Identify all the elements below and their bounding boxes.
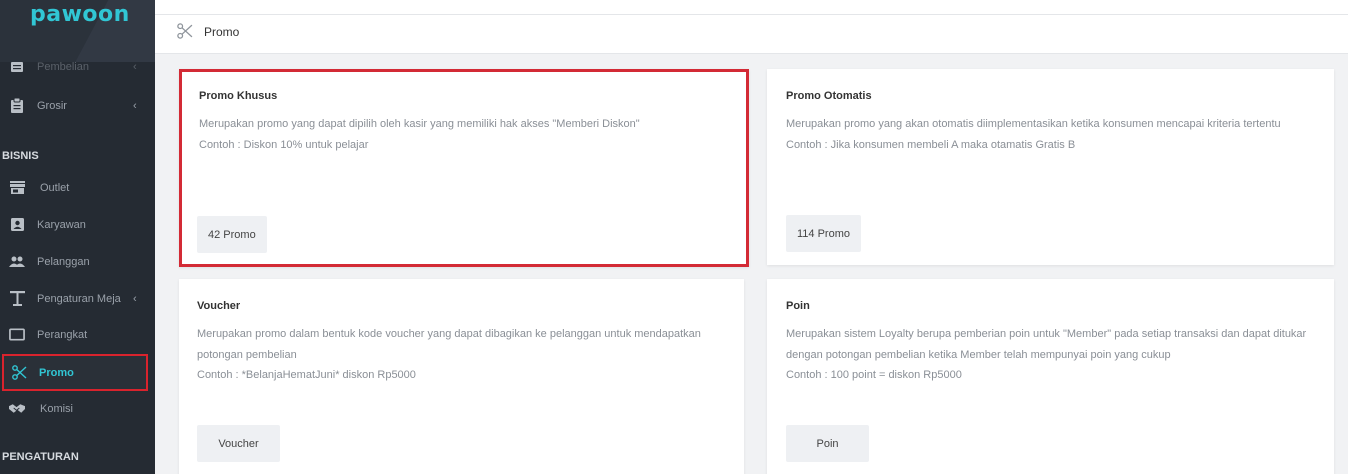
store-icon xyxy=(9,180,25,196)
card-title: Voucher xyxy=(197,300,241,312)
card-promo-otomatis[interactable]: Promo Otomatis Merupakan promo yang akan… xyxy=(767,69,1334,265)
sidebar-item-komisi[interactable]: Komisi xyxy=(0,390,155,427)
card-promo-khusus[interactable]: Promo Khusus Merupakan promo yang dapat … xyxy=(179,69,749,267)
sidebar: pawoon Pembelian ‹ Grosir ‹ BISNIS Outle… xyxy=(0,0,155,474)
sidebar-item-label: Pembelian xyxy=(37,61,89,73)
card-description: Merupakan promo yang akan otomatis diimp… xyxy=(786,118,1281,151)
scissors-icon xyxy=(177,23,193,44)
tablet-icon xyxy=(9,327,25,343)
scissors-icon xyxy=(11,365,27,381)
id-card-icon xyxy=(9,217,25,233)
sidebar-item-label: Karyawan xyxy=(37,218,86,231)
promo-count-button[interactable]: 42 Promo xyxy=(197,216,267,253)
card-title: Promo Otomatis xyxy=(786,90,872,102)
chevron-left-icon: ‹ xyxy=(133,99,137,112)
breadcrumb: Promo xyxy=(155,14,1348,54)
list-icon xyxy=(9,59,25,75)
sidebar-item-pembelian[interactable]: Pembelian ‹ xyxy=(0,56,155,78)
card-description: Merupakan sistem Loyalty berupa pemberia… xyxy=(786,328,1307,381)
sidebar-item-label: Promo xyxy=(39,366,74,379)
chevron-left-icon: ‹ xyxy=(133,61,137,73)
chevron-left-icon: ‹ xyxy=(133,292,137,305)
sidebar-item-outlet[interactable]: Outlet xyxy=(0,169,155,206)
card-title: Poin xyxy=(786,300,810,312)
sidebar-item-label: Grosir xyxy=(37,99,67,112)
breadcrumb-label: Promo xyxy=(204,25,240,39)
poin-button[interactable]: Poin xyxy=(786,425,869,462)
card-description: Merupakan promo yang dapat dipilih oleh … xyxy=(199,118,640,151)
voucher-button[interactable]: Voucher xyxy=(197,425,280,462)
people-icon xyxy=(9,254,25,270)
sidebar-item-label: Pelanggan xyxy=(37,255,90,268)
handshake-icon xyxy=(9,401,25,417)
sidebar-item-pelanggan[interactable]: Pelanggan xyxy=(0,243,155,280)
card-voucher[interactable]: Voucher Merupakan promo dalam bentuk kod… xyxy=(179,279,744,474)
card-poin[interactable]: Poin Merupakan sistem Loyalty berupa pem… xyxy=(767,279,1334,474)
sidebar-item-promo[interactable]: Promo xyxy=(2,354,148,391)
app-logo[interactable]: pawoon xyxy=(30,2,130,27)
section-heading-bisnis: BISNIS xyxy=(2,150,39,162)
sidebar-item-label: Perangkat xyxy=(37,328,88,341)
sidebar-item-label: Outlet xyxy=(40,181,70,194)
sidebar-item-pengaturan-meja[interactable]: Pengaturan Meja ‹ xyxy=(0,280,155,317)
sidebar-item-karyawan[interactable]: Karyawan xyxy=(0,206,155,243)
sidebar-item-label: Komisi xyxy=(40,402,74,415)
sidebar-item-grosir[interactable]: Grosir ‹ xyxy=(0,87,155,124)
sidebar-item-perangkat[interactable]: Perangkat xyxy=(0,316,155,353)
card-title: Promo Khusus xyxy=(199,90,278,102)
sidebar-item-label: Pengaturan Meja xyxy=(37,292,121,305)
card-description: Merupakan promo dalam bentuk kode vouche… xyxy=(197,328,701,381)
section-heading-pengaturan: PENGATURAN xyxy=(2,451,79,463)
clipboard-icon xyxy=(9,98,25,114)
promo-count-button[interactable]: 114 Promo xyxy=(786,215,861,252)
logo-area: pawoon xyxy=(0,0,155,62)
header-strip xyxy=(155,0,1348,14)
table-icon xyxy=(9,291,25,307)
